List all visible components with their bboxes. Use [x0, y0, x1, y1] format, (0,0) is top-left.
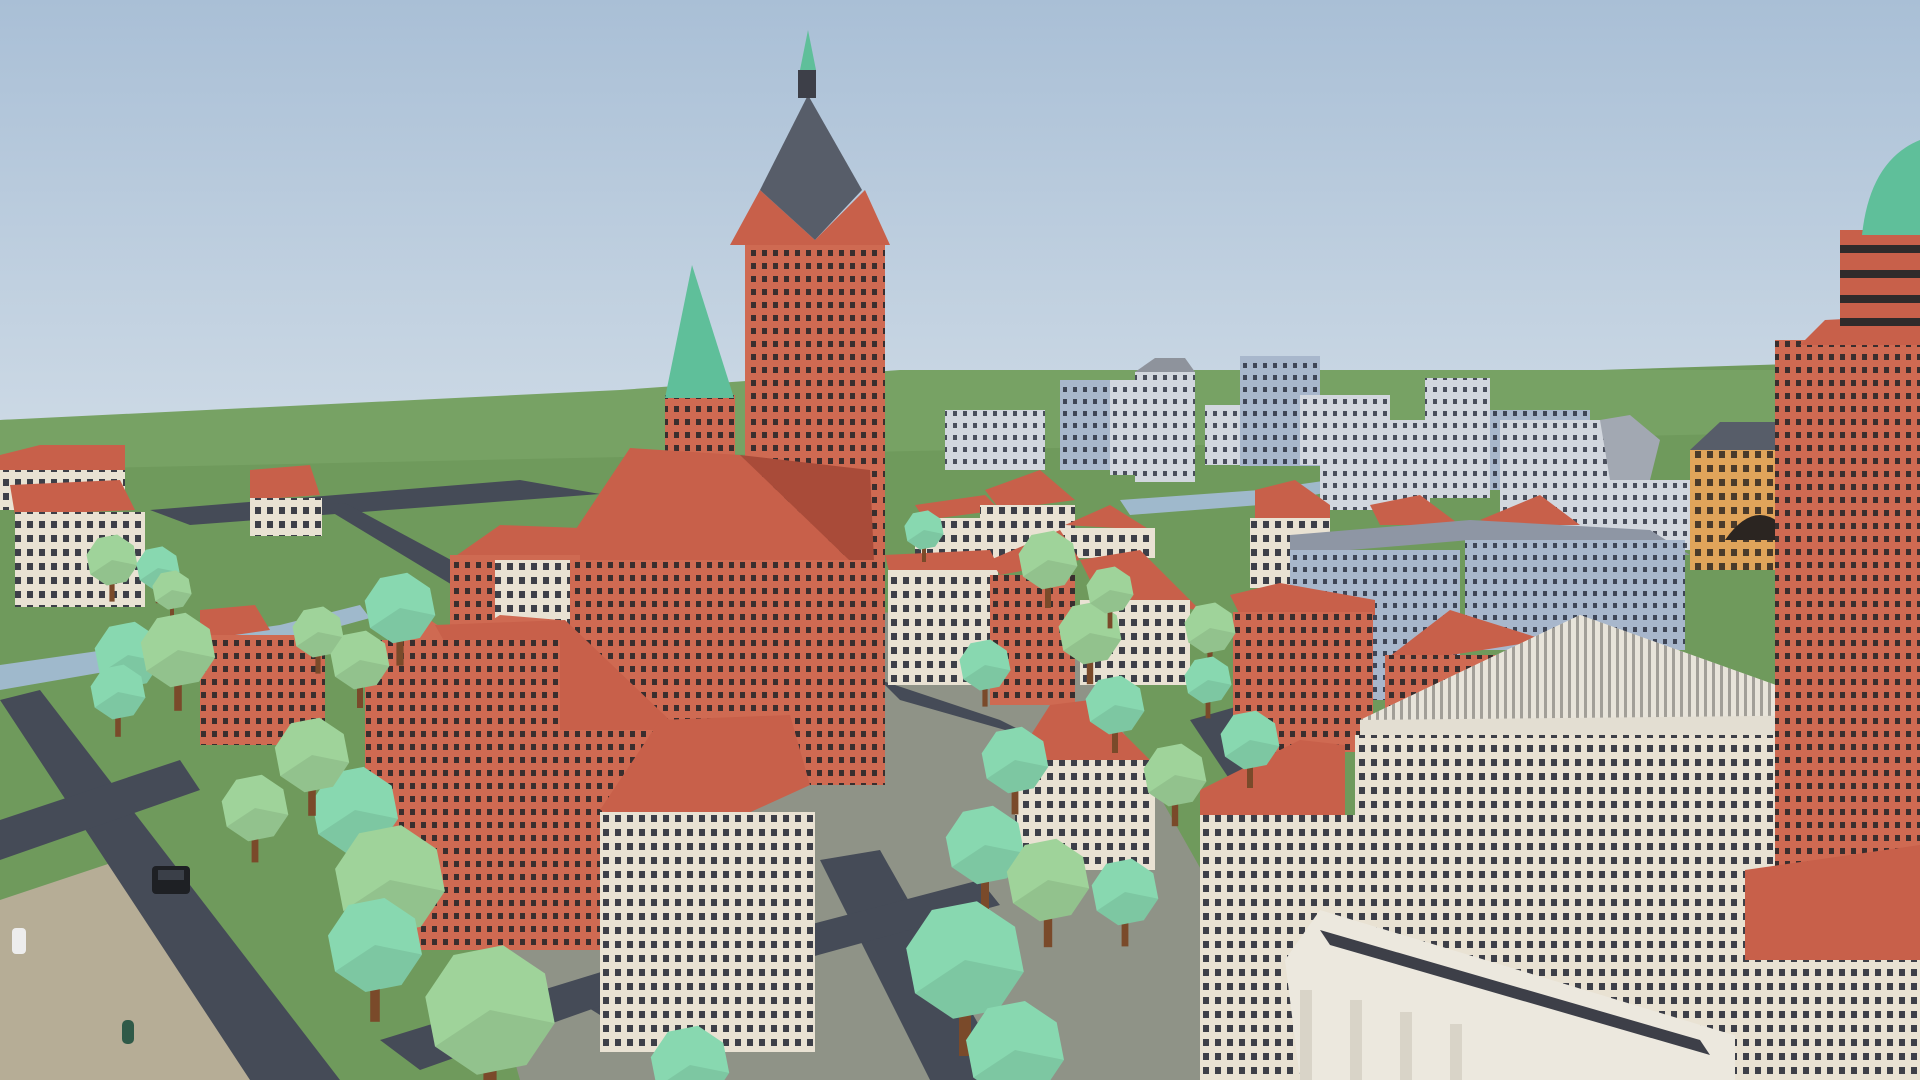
bench-icon [12, 928, 26, 954]
bollard-icon [122, 1020, 134, 1044]
sky [0, 0, 1920, 430]
city-scene[interactable] [0, 0, 1920, 1080]
game-viewport[interactable] [0, 0, 1920, 1080]
car-icon [152, 866, 190, 894]
